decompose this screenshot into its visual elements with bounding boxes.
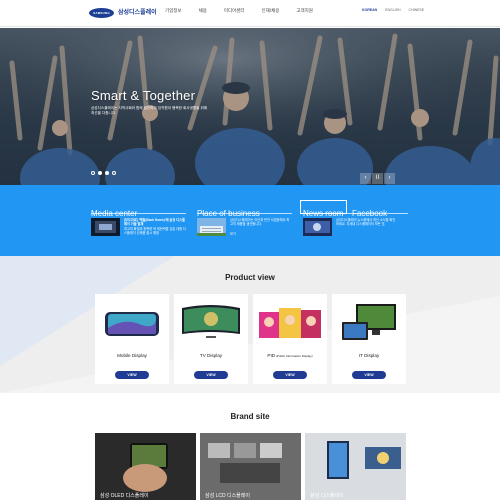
product-name: PID: [267, 353, 276, 358]
brand-caption: 삼성 디스플레이: [310, 493, 344, 499]
product-name-detail: (Public Information Display): [275, 354, 313, 358]
main-nav: 기업정보 채용 미디어센터 인재/채용 고객지원: [165, 8, 313, 14]
nav-item-media[interactable]: 미디어센터: [224, 8, 245, 14]
hero-subtitle: 삼성디스플레이는 지역사회와 함께 발전하고 임직원이 행복한 회사생활을 위해…: [91, 106, 208, 115]
samsung-logo[interactable]: SAMSUNG: [89, 8, 114, 18]
language-menu: KOREAN ENGLISH CHINESE: [362, 8, 424, 12]
view-button[interactable]: VIEW: [194, 371, 228, 379]
tv-display-image: [182, 305, 240, 338]
product-card-tv[interactable]: TV Display VIEW: [174, 294, 248, 384]
brand-site-title: Brand site: [230, 412, 270, 421]
it-display-image: [342, 304, 396, 340]
brand-oled-image: [95, 433, 196, 500]
media-news-body: 최고의 화질과 완벽한 색 재현력을 갖춘 대형 디스플레이 신제품 출시 예정: [124, 227, 186, 236]
divider: [91, 213, 186, 214]
product-name: TV Display: [199, 353, 223, 358]
logo-text: SAMSUNG: [93, 11, 110, 15]
pid-display-image: [259, 308, 321, 338]
business-thumbnail[interactable]: [197, 218, 226, 236]
lang-korean[interactable]: KOREAN: [362, 8, 377, 12]
view-button[interactable]: VIEW: [352, 371, 386, 379]
brand-card-display[interactable]: 삼성 디스플레이: [305, 433, 406, 500]
prev-slide-button[interactable]: ‹: [360, 173, 371, 184]
view-button[interactable]: VIEW: [115, 371, 149, 379]
slide-dot[interactable]: [91, 171, 95, 175]
nav-item-recruit[interactable]: 채용: [199, 8, 207, 14]
brand-card-oled[interactable]: 삼성 OLED 디스플레이: [95, 433, 196, 500]
lang-english[interactable]: ENGLISH: [385, 8, 400, 12]
hero-title: Smart & Together: [91, 88, 196, 103]
brand-caption: 삼성 LCD 디스플레이: [205, 493, 250, 499]
business-text: 삼성디스플레이는 아산과 천안 사업장에서 최고의 제품을 생산합니다.: [230, 218, 290, 227]
newsroom-text: 삼성디스플레이 뉴스룸에서 최신 소식을 확인하세요. 차세대 디스플레이의 모…: [336, 218, 396, 227]
media-news-title[interactable]: [보도자료] '백홈(Back Home)'에 삼성 디스플레이 기술 탑재: [124, 218, 186, 226]
pause-slide-button[interactable]: II: [372, 173, 383, 184]
product-name: IT Display: [358, 353, 380, 358]
divider: [303, 213, 408, 214]
site-name[interactable]: 삼성디스플레이: [118, 7, 157, 16]
slide-dot[interactable]: [105, 171, 109, 175]
product-label: TV Display: [174, 353, 248, 358]
brand-lcd-image: [200, 433, 301, 500]
mobile-display-image: [105, 312, 159, 336]
newsroom-thumbnail[interactable]: [303, 218, 332, 236]
product-view-title: Product view: [225, 273, 275, 282]
nav-item-company[interactable]: 기업정보: [165, 8, 182, 14]
business-link[interactable]: 보기: [230, 232, 236, 236]
site-header: SAMSUNG 삼성디스플레이 기업정보 채용 미디어센터 인재/채용 고객지원…: [0, 0, 500, 27]
hero-crowd-photo: [0, 28, 500, 185]
product-card-pid[interactable]: PID (Public Information Display) VIEW: [253, 294, 327, 384]
product-label: PID (Public Information Display): [253, 353, 327, 358]
hero-banner: Smart & Together 삼성디스플레이는 지역사회와 함께 발전하고 …: [0, 28, 500, 185]
divider: [197, 213, 292, 214]
nav-item-people[interactable]: 인재/채용: [262, 8, 280, 14]
product-card-mobile[interactable]: Mobile Display VIEW: [95, 294, 169, 384]
lang-chinese[interactable]: CHINESE: [409, 8, 425, 12]
product-name: Mobile Display: [117, 353, 147, 358]
brand-caption: 삼성 OLED 디스플레이: [100, 493, 149, 499]
nav-item-support[interactable]: 고객지원: [296, 8, 313, 14]
product-card-it[interactable]: IT Display VIEW: [332, 294, 406, 384]
slide-indicator: [91, 171, 116, 175]
slide-controls: ‹ II ›: [360, 173, 395, 184]
brand-card-lcd[interactable]: 삼성 LCD 디스플레이: [200, 433, 301, 500]
media-thumbnail[interactable]: [91, 218, 120, 236]
slide-dot-active[interactable]: [98, 171, 102, 175]
product-label: Mobile Display: [95, 353, 169, 358]
product-label: IT Display: [332, 353, 406, 358]
slide-dot[interactable]: [112, 171, 116, 175]
view-button[interactable]: VIEW: [273, 371, 307, 379]
next-slide-button[interactable]: ›: [384, 173, 395, 184]
brand-display-image: [305, 433, 406, 500]
